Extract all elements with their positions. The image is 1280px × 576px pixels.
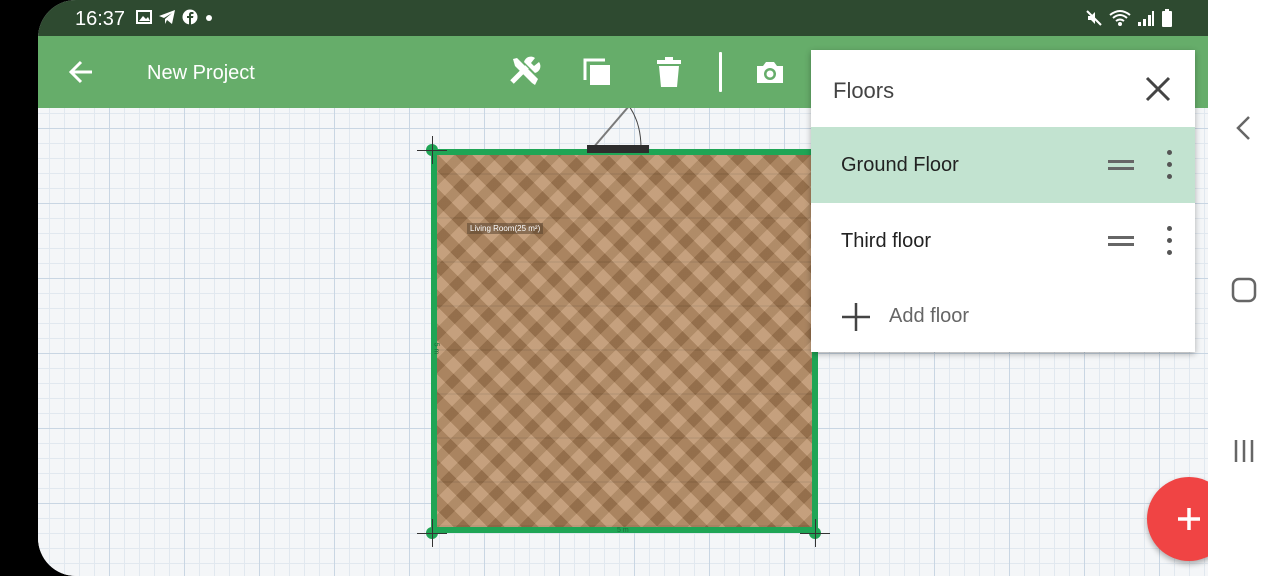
duplicate-icon xyxy=(583,58,610,85)
battery-icon xyxy=(1162,9,1172,27)
home-square-icon xyxy=(1231,277,1257,303)
tools-icon xyxy=(510,56,541,85)
arrow-left-icon xyxy=(68,60,92,84)
floor-item-label: Third floor xyxy=(841,230,932,252)
chevron-left-icon xyxy=(1236,116,1250,140)
facebook-icon xyxy=(182,9,198,25)
dimension-bottom: 5 m xyxy=(617,527,629,534)
close-icon xyxy=(1145,76,1171,102)
floor-item-ground-floor[interactable]: Ground Floor xyxy=(811,127,1195,203)
camera-button[interactable] xyxy=(752,54,788,90)
delete-button[interactable] xyxy=(651,54,687,90)
dot-icon xyxy=(206,15,212,21)
dimension-left: 5 m xyxy=(432,342,440,355)
floors-panel-header: Floors xyxy=(811,50,1195,127)
status-time: 16:37 xyxy=(75,8,126,30)
nav-recents-button[interactable] xyxy=(1230,437,1258,465)
room-label: Living Room(25 m²) xyxy=(467,223,544,234)
more-options-icon[interactable] xyxy=(1162,150,1178,180)
drag-handle-icon[interactable] xyxy=(1108,160,1134,170)
signal-icon xyxy=(1138,11,1154,26)
system-nav-bar xyxy=(1208,0,1280,576)
page-title: New Project xyxy=(147,62,255,84)
status-icons-left xyxy=(136,9,214,25)
nav-home-button[interactable] xyxy=(1230,276,1258,304)
add-floor-button[interactable]: Add floor xyxy=(811,276,1195,352)
status-bar: 16:37 xyxy=(38,0,1208,36)
toolbar-divider xyxy=(719,52,722,92)
door[interactable] xyxy=(587,145,649,153)
image-icon xyxy=(136,10,152,24)
floor-item-label: Ground Floor xyxy=(841,154,959,176)
close-panel-button[interactable] xyxy=(1143,74,1173,104)
recents-icon xyxy=(1234,440,1254,462)
mute-icon xyxy=(1086,10,1102,26)
status-icons-right xyxy=(1085,9,1173,27)
guide-line xyxy=(815,519,816,547)
duplicate-button[interactable] xyxy=(579,54,615,90)
guide-line xyxy=(432,519,433,547)
floor-item-third-floor[interactable]: Third floor xyxy=(811,203,1195,279)
phone-screen: 16:37 New Project Living Room(25 m²) 5 m… xyxy=(0,0,1280,576)
plus-icon xyxy=(1178,508,1200,530)
tools-button[interactable] xyxy=(507,54,543,90)
add-floor-label: Add floor xyxy=(889,305,970,327)
nav-back-button[interactable] xyxy=(1230,114,1258,142)
back-button[interactable] xyxy=(63,54,99,90)
room-living-room[interactable]: Living Room(25 m²) 5 m 5 m xyxy=(431,149,818,534)
plus-icon xyxy=(842,303,870,331)
camera-icon xyxy=(757,62,783,83)
guide-line xyxy=(432,136,433,164)
drag-handle-icon[interactable] xyxy=(1108,236,1134,246)
delete-icon xyxy=(657,57,681,87)
more-options-icon[interactable] xyxy=(1162,226,1178,256)
floors-panel-title: Floors xyxy=(833,78,895,103)
wifi-icon xyxy=(1109,10,1131,26)
telegram-icon xyxy=(159,10,175,24)
floors-panel: Floors Ground Floor Third floor Add floo… xyxy=(811,50,1195,352)
